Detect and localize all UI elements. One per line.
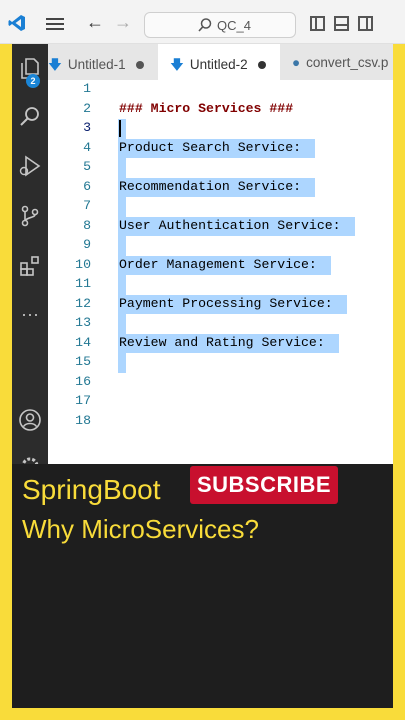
file-icon: 🡇 <box>170 57 184 72</box>
line-number: 10 <box>75 256 91 272</box>
editor-line[interactable]: 17 <box>48 392 393 412</box>
layout-controls <box>310 16 382 36</box>
subscribe-button[interactable]: SUBSCRIBE <box>190 466 338 504</box>
accounts-button[interactable] <box>12 402 48 438</box>
gear-icon <box>21 457 39 464</box>
editor-line[interactable]: 13 <box>48 314 393 334</box>
selection-highlight <box>118 158 126 178</box>
line-number: 7 <box>83 198 91 213</box>
modified-dot <box>257 61 266 70</box>
line-number: 18 <box>75 412 91 428</box>
line-number: 6 <box>83 178 91 194</box>
editor-line[interactable]: 18 <box>48 412 393 432</box>
tab-bar: 🡇 Untitled-1 🡇 Untitled-2 ● convert_csv.p <box>48 44 393 80</box>
vscode-logo-icon <box>8 15 25 31</box>
editor-line[interactable]: 4 Product Search Service: <box>48 138 393 158</box>
modified-dot <box>135 61 144 70</box>
line-number: 15 <box>75 354 91 369</box>
editor-line[interactable]: 7 <box>48 197 393 217</box>
caption-subtitle: Why MicroServices? <box>22 514 259 544</box>
editor-line[interactable]: 15 <box>48 353 393 373</box>
line-number: 12 <box>75 295 91 311</box>
line-number: 5 <box>83 159 91 174</box>
caption-title: SpringBoot <box>22 474 161 505</box>
command-center-search[interactable]: QC_4 <box>144 12 296 38</box>
extensions-icon <box>20 256 39 276</box>
line-text: Product Search Service: <box>119 139 309 155</box>
editor-line[interactable]: 12 Payment Processing Service: <box>48 294 393 314</box>
editor-line[interactable]: 9 <box>48 236 393 256</box>
line-number: 16 <box>75 373 91 389</box>
file-icon: 🡇 <box>48 57 62 72</box>
editor-line[interactable]: 11 <box>48 275 393 295</box>
run-debug-icon <box>19 155 41 177</box>
line-text: ### Micro Services ### <box>119 100 294 116</box>
line-number: 3 <box>83 120 91 135</box>
explorer-button[interactable]: 2 <box>12 50 48 88</box>
editor-line[interactable]: 14 Review and Rating Service: <box>48 333 393 353</box>
selection-highlight <box>118 314 126 334</box>
menu-icon[interactable] <box>46 18 64 30</box>
line-text: Recommendation Service: <box>119 178 309 194</box>
line-text: Order Management Service: <box>119 256 325 272</box>
editor-line[interactable]: 8 User Authentication Service: <box>48 216 393 236</box>
toggle-panel-icon[interactable] <box>334 16 349 31</box>
run-debug-button[interactable] <box>12 148 48 184</box>
more-views-button[interactable]: ··· <box>12 296 48 332</box>
code-editor[interactable]: 1 2 ### Micro Services ### 3 4 Product Search… <box>48 80 393 464</box>
line-number: 14 <box>75 334 91 350</box>
toggle-secondary-sidebar-icon[interactable] <box>358 16 373 31</box>
selection-highlight <box>118 197 126 217</box>
toggle-sidebar-icon[interactable] <box>310 16 325 31</box>
line-number: 1 <box>83 81 91 96</box>
line-text: Payment Processing Service: <box>119 295 341 311</box>
search-icon <box>198 18 212 32</box>
search-text: QC_4 <box>217 18 251 33</box>
account-icon <box>19 409 41 431</box>
line-number: 8 <box>83 217 91 233</box>
line-number: 13 <box>75 315 91 330</box>
source-control-icon <box>21 205 39 227</box>
python-file-icon: ● <box>292 55 301 70</box>
forward-arrow-icon[interactable]: → <box>114 12 132 33</box>
activity-bar: 2 ··· <box>12 44 48 464</box>
line-number: 11 <box>75 276 91 291</box>
explorer-badge: 2 <box>26 74 40 88</box>
tab-convert-csv[interactable]: ● convert_csv.p <box>280 44 393 80</box>
extensions-button[interactable] <box>12 248 48 284</box>
selection-highlight <box>118 275 126 295</box>
video-caption-overlay: SpringBoot SUBSCRIBE Why MicroServices? <box>12 464 393 708</box>
tab-untitled-1[interactable]: 🡇 Untitled-1 <box>48 44 158 80</box>
line-number: 4 <box>83 139 91 155</box>
editor-line[interactable]: 2 ### Micro Services ### <box>48 100 393 120</box>
line-number: 17 <box>75 393 91 408</box>
selection-highlight <box>118 353 126 373</box>
editor-line[interactable]: 10 Order Management Service: <box>48 255 393 275</box>
tab-untitled-2[interactable]: 🡇 Untitled-2 <box>158 44 280 80</box>
back-arrow-icon[interactable]: ← <box>86 12 104 33</box>
source-control-button[interactable] <box>12 198 48 234</box>
line-text: User Authentication Service: <box>119 217 349 233</box>
editor-line[interactable]: 3 <box>48 119 393 139</box>
line-number: 2 <box>83 100 91 116</box>
editor-line[interactable]: 16 <box>48 373 393 393</box>
manage-button[interactable] <box>12 448 48 464</box>
selection-highlight <box>118 236 126 256</box>
editor-line[interactable]: 6 Recommendation Service: <box>48 177 393 197</box>
editor-line[interactable]: 5 <box>48 158 393 178</box>
search-icon <box>20 107 39 126</box>
title-bar: ← → QC_4 <box>0 0 405 44</box>
search-view-button[interactable] <box>12 98 48 134</box>
text-cursor <box>119 120 121 137</box>
line-text: Review and Rating Service: <box>119 334 333 350</box>
editor-line[interactable]: 1 <box>48 80 393 100</box>
line-number: 9 <box>83 237 91 252</box>
